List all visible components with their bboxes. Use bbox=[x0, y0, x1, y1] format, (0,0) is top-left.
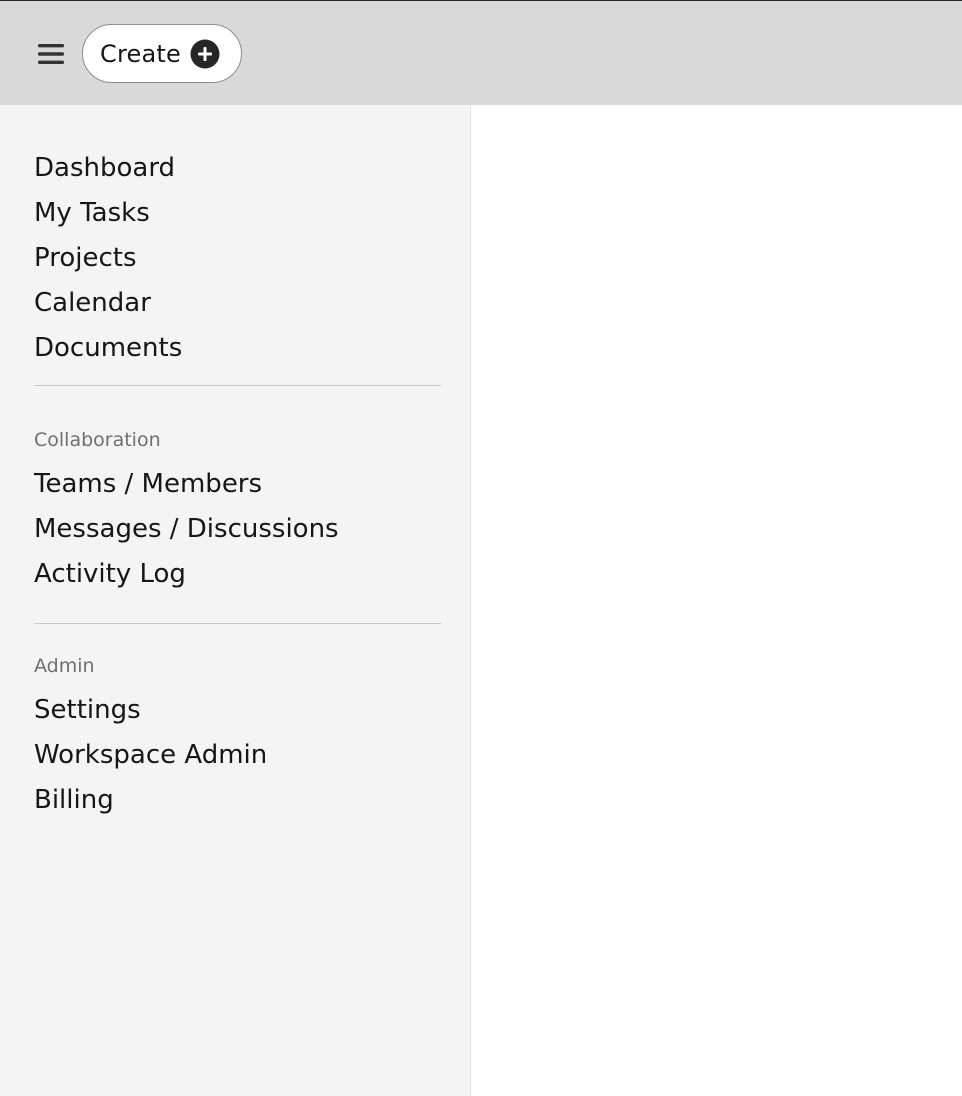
sidebar-item-settings[interactable]: Settings bbox=[34, 693, 141, 727]
hamburger-menu-icon[interactable] bbox=[36, 41, 66, 67]
top-header: Create bbox=[0, 0, 962, 105]
sidebar-item-activity-log[interactable]: Activity Log bbox=[34, 557, 186, 591]
sidebar-divider bbox=[34, 385, 441, 386]
sidebar-item-billing[interactable]: Billing bbox=[34, 783, 114, 817]
sidebar-item-projects[interactable]: Projects bbox=[34, 241, 137, 275]
sidebar-item-my-tasks[interactable]: My Tasks bbox=[34, 196, 150, 230]
section-heading-collaboration: Collaboration bbox=[34, 429, 161, 451]
sidebar-divider bbox=[34, 623, 441, 624]
create-button[interactable]: Create bbox=[82, 24, 242, 83]
section-heading-admin: Admin bbox=[34, 655, 95, 677]
main-content bbox=[472, 105, 962, 1096]
sidebar-item-documents[interactable]: Documents bbox=[34, 331, 182, 365]
create-button-label: Create bbox=[100, 39, 181, 68]
sidebar-item-teams-members[interactable]: Teams / Members bbox=[34, 467, 262, 501]
sidebar-item-workspace-admin[interactable]: Workspace Admin bbox=[34, 738, 267, 772]
sidebar-nav: Dashboard My Tasks Projects Calendar Doc… bbox=[0, 105, 471, 1096]
sidebar-item-dashboard[interactable]: Dashboard bbox=[34, 151, 175, 185]
add-icon bbox=[190, 39, 220, 69]
sidebar-item-calendar[interactable]: Calendar bbox=[34, 286, 151, 320]
sidebar-item-messages-discussions[interactable]: Messages / Discussions bbox=[34, 512, 339, 546]
